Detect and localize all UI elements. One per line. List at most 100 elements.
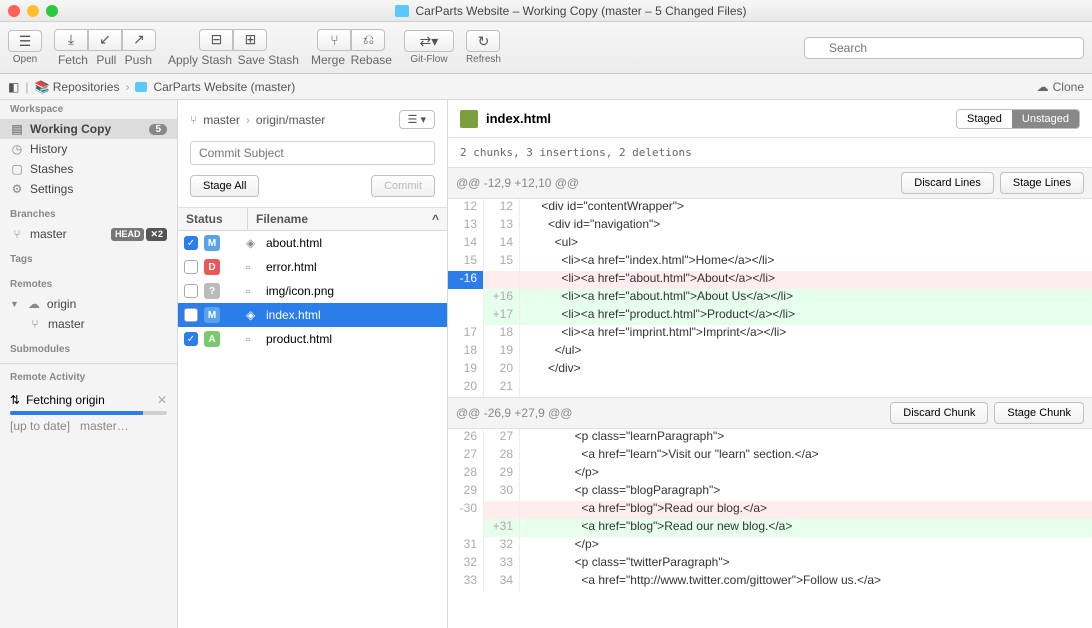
gitflow-button[interactable]: ⇄▾ <box>404 30 454 52</box>
sidebar-item-stashes[interactable]: ▢Stashes <box>0 159 177 179</box>
merge-button[interactable]: ⑂ <box>317 29 351 51</box>
diff-line[interactable]: 1920 </div> <box>448 361 1092 379</box>
diff-line[interactable]: 2627 <p class="learnParagraph"> <box>448 429 1092 447</box>
minimize-window-button[interactable] <box>27 5 39 17</box>
diff-line[interactable]: 3132 </p> <box>448 537 1092 555</box>
sidebar-toggle-icon[interactable]: ◧ <box>8 80 19 94</box>
diff-summary: 2 chunks, 3 insertions, 2 deletions <box>448 138 1092 167</box>
gear-icon: ⚙ <box>10 182 24 196</box>
diff-line[interactable]: +16 <li><a href="about.html">About Us</a… <box>448 289 1092 307</box>
commit-button[interactable]: Commit <box>371 175 435 197</box>
sidebar-remote-master[interactable]: ⑂master <box>0 314 177 334</box>
activity-status: Fetching origin <box>26 393 105 407</box>
remotes-header: Remotes <box>0 275 177 294</box>
breadcrumb-repositories[interactable]: 📚 Repositories <box>34 80 119 94</box>
apply-stash-button[interactable]: ⊟ <box>199 29 233 51</box>
sidebar-branch-master[interactable]: ⑂ master HEAD ✕2 <box>0 224 177 244</box>
diff-line[interactable]: 3233 <p class="twitterParagraph"> <box>448 555 1092 573</box>
diff-line[interactable]: 2021 <box>448 379 1092 397</box>
branch-icon: ⑂ <box>28 317 42 331</box>
diff-line[interactable]: 2728 <a href="learn">Visit our "learn" s… <box>448 447 1092 465</box>
discard-button[interactable]: Discard Chunk <box>890 402 988 424</box>
head-badge: HEAD <box>111 228 145 241</box>
status-badge: ? <box>204 283 220 299</box>
diff-line[interactable]: 1313 <div id="navigation"> <box>448 217 1092 235</box>
file-name: img/icon.png <box>266 284 334 298</box>
sidebar-item-working-copy[interactable]: ▤ Working Copy 5 <box>0 119 177 139</box>
stage-button[interactable]: Stage Lines <box>1000 172 1084 194</box>
fetch-button[interactable]: ⤓ <box>54 29 88 51</box>
save-stash-button[interactable]: ⊞ <box>233 29 267 51</box>
hunk-header: @@ -26,9 +27,9 @@ <box>456 406 572 420</box>
activity-branch: master… <box>80 419 129 433</box>
rebase-button[interactable]: ⎌ <box>351 29 385 51</box>
file-row[interactable]: ? ▫ img/icon.png <box>178 279 447 303</box>
col-status[interactable]: Status <box>178 208 248 230</box>
stage-all-button[interactable]: Stage All <box>190 175 259 197</box>
hunk-header: @@ -12,9 +12,10 @@ <box>456 176 579 190</box>
sidebar-remote-origin[interactable]: ▼☁origin <box>0 294 177 314</box>
file-row[interactable]: D ▫ error.html <box>178 255 447 279</box>
stage-checkbox[interactable]: ✓ <box>184 332 198 346</box>
stage-checkbox[interactable] <box>184 260 198 274</box>
staged-tab[interactable]: Staged <box>957 110 1012 128</box>
ahead-badge: ✕2 <box>146 228 167 241</box>
diff-line[interactable]: 1718 <li><a href="imprint.html">Imprint<… <box>448 325 1092 343</box>
refresh-button[interactable]: ↻ <box>466 30 500 52</box>
current-branch[interactable]: master <box>203 113 240 127</box>
submodules-header: Submodules <box>0 340 177 359</box>
diff-line[interactable]: 1819 </ul> <box>448 343 1092 361</box>
diff-line[interactable]: 1515 <li><a href="index.html">Home</a></… <box>448 253 1092 271</box>
diff-line[interactable]: 2829 </p> <box>448 465 1092 483</box>
file-table-header: Status Filename^ <box>178 208 447 231</box>
diff-line[interactable]: -16 <li><a href="about.html">About</a></… <box>448 271 1092 289</box>
activity-uptodate: [up to date] <box>10 419 70 433</box>
search-input[interactable] <box>804 37 1084 59</box>
file-icon: ▫ <box>246 332 260 346</box>
stage-checkbox[interactable] <box>184 284 198 298</box>
file-name: error.html <box>266 260 317 274</box>
breadcrumb-project[interactable]: CarParts Website (master) <box>153 80 295 94</box>
unstaged-tab[interactable]: Unstaged <box>1012 110 1079 128</box>
diff-line[interactable]: +17 <li><a href="product.html">Product</… <box>448 307 1092 325</box>
file-row[interactable]: ✓ A ▫ product.html <box>178 327 447 351</box>
cancel-activity-button[interactable]: ✕ <box>157 393 167 407</box>
pull-button[interactable]: ↙ <box>88 29 122 51</box>
upstream-branch[interactable]: origin/master <box>256 113 325 127</box>
file-row[interactable]: M ◈ index.html <box>178 303 447 327</box>
close-window-button[interactable] <box>8 5 20 17</box>
open-button[interactable]: ☰ <box>8 30 42 52</box>
diff-panel: index.html Staged Unstaged 2 chunks, 3 i… <box>448 100 1092 628</box>
diff-line[interactable]: -30 <a href="blog">Read our blog.</a> <box>448 501 1092 519</box>
view-options-button[interactable]: ☰ ▾ <box>399 110 435 129</box>
working-copy-icon: ▤ <box>10 122 24 136</box>
folder-icon <box>135 82 147 92</box>
push-button[interactable]: ↗ <box>122 29 156 51</box>
change-count-badge: 5 <box>149 124 167 135</box>
col-filename[interactable]: Filename^ <box>248 208 447 230</box>
chevron-down-icon[interactable]: ▼ <box>10 299 19 309</box>
window-title: CarParts Website – Working Copy (master … <box>58 4 1084 18</box>
folder-icon <box>395 5 409 17</box>
toolbar: ☰ Open ⤓ ↙ ↗ Fetch Pull Push ⊟ ⊞ Apply S… <box>0 22 1092 74</box>
stage-checkbox[interactable] <box>184 308 198 322</box>
file-name: index.html <box>266 308 321 322</box>
breadcrumb: ◧ | 📚 Repositories › CarParts Website (m… <box>0 74 1092 100</box>
stage-button[interactable]: Stage Chunk <box>994 402 1084 424</box>
branch-icon: ⑂ <box>190 113 197 127</box>
clone-button[interactable]: ☁ Clone <box>1037 80 1084 94</box>
file-row[interactable]: ✓ M ◈ about.html <box>178 231 447 255</box>
sidebar-item-settings[interactable]: ⚙Settings <box>0 179 177 199</box>
diff-line[interactable]: 2930 <p class="blogParagraph"> <box>448 483 1092 501</box>
stage-checkbox[interactable]: ✓ <box>184 236 198 250</box>
diff-line[interactable]: 3334 <a href="http://www.twitter.com/git… <box>448 573 1092 591</box>
discard-button[interactable]: Discard Lines <box>901 172 994 194</box>
file-name: about.html <box>266 236 322 250</box>
sidebar-item-history[interactable]: ◷History <box>0 139 177 159</box>
diff-line[interactable]: 1212 <div id="contentWrapper"> <box>448 199 1092 217</box>
diff-line[interactable]: 1414 <ul> <box>448 235 1092 253</box>
diff-line[interactable]: +31 <a href="blog">Read our new blog.</a… <box>448 519 1092 537</box>
stage-segmented-control[interactable]: Staged Unstaged <box>956 109 1080 129</box>
commit-subject-input[interactable] <box>190 141 435 165</box>
zoom-window-button[interactable] <box>46 5 58 17</box>
